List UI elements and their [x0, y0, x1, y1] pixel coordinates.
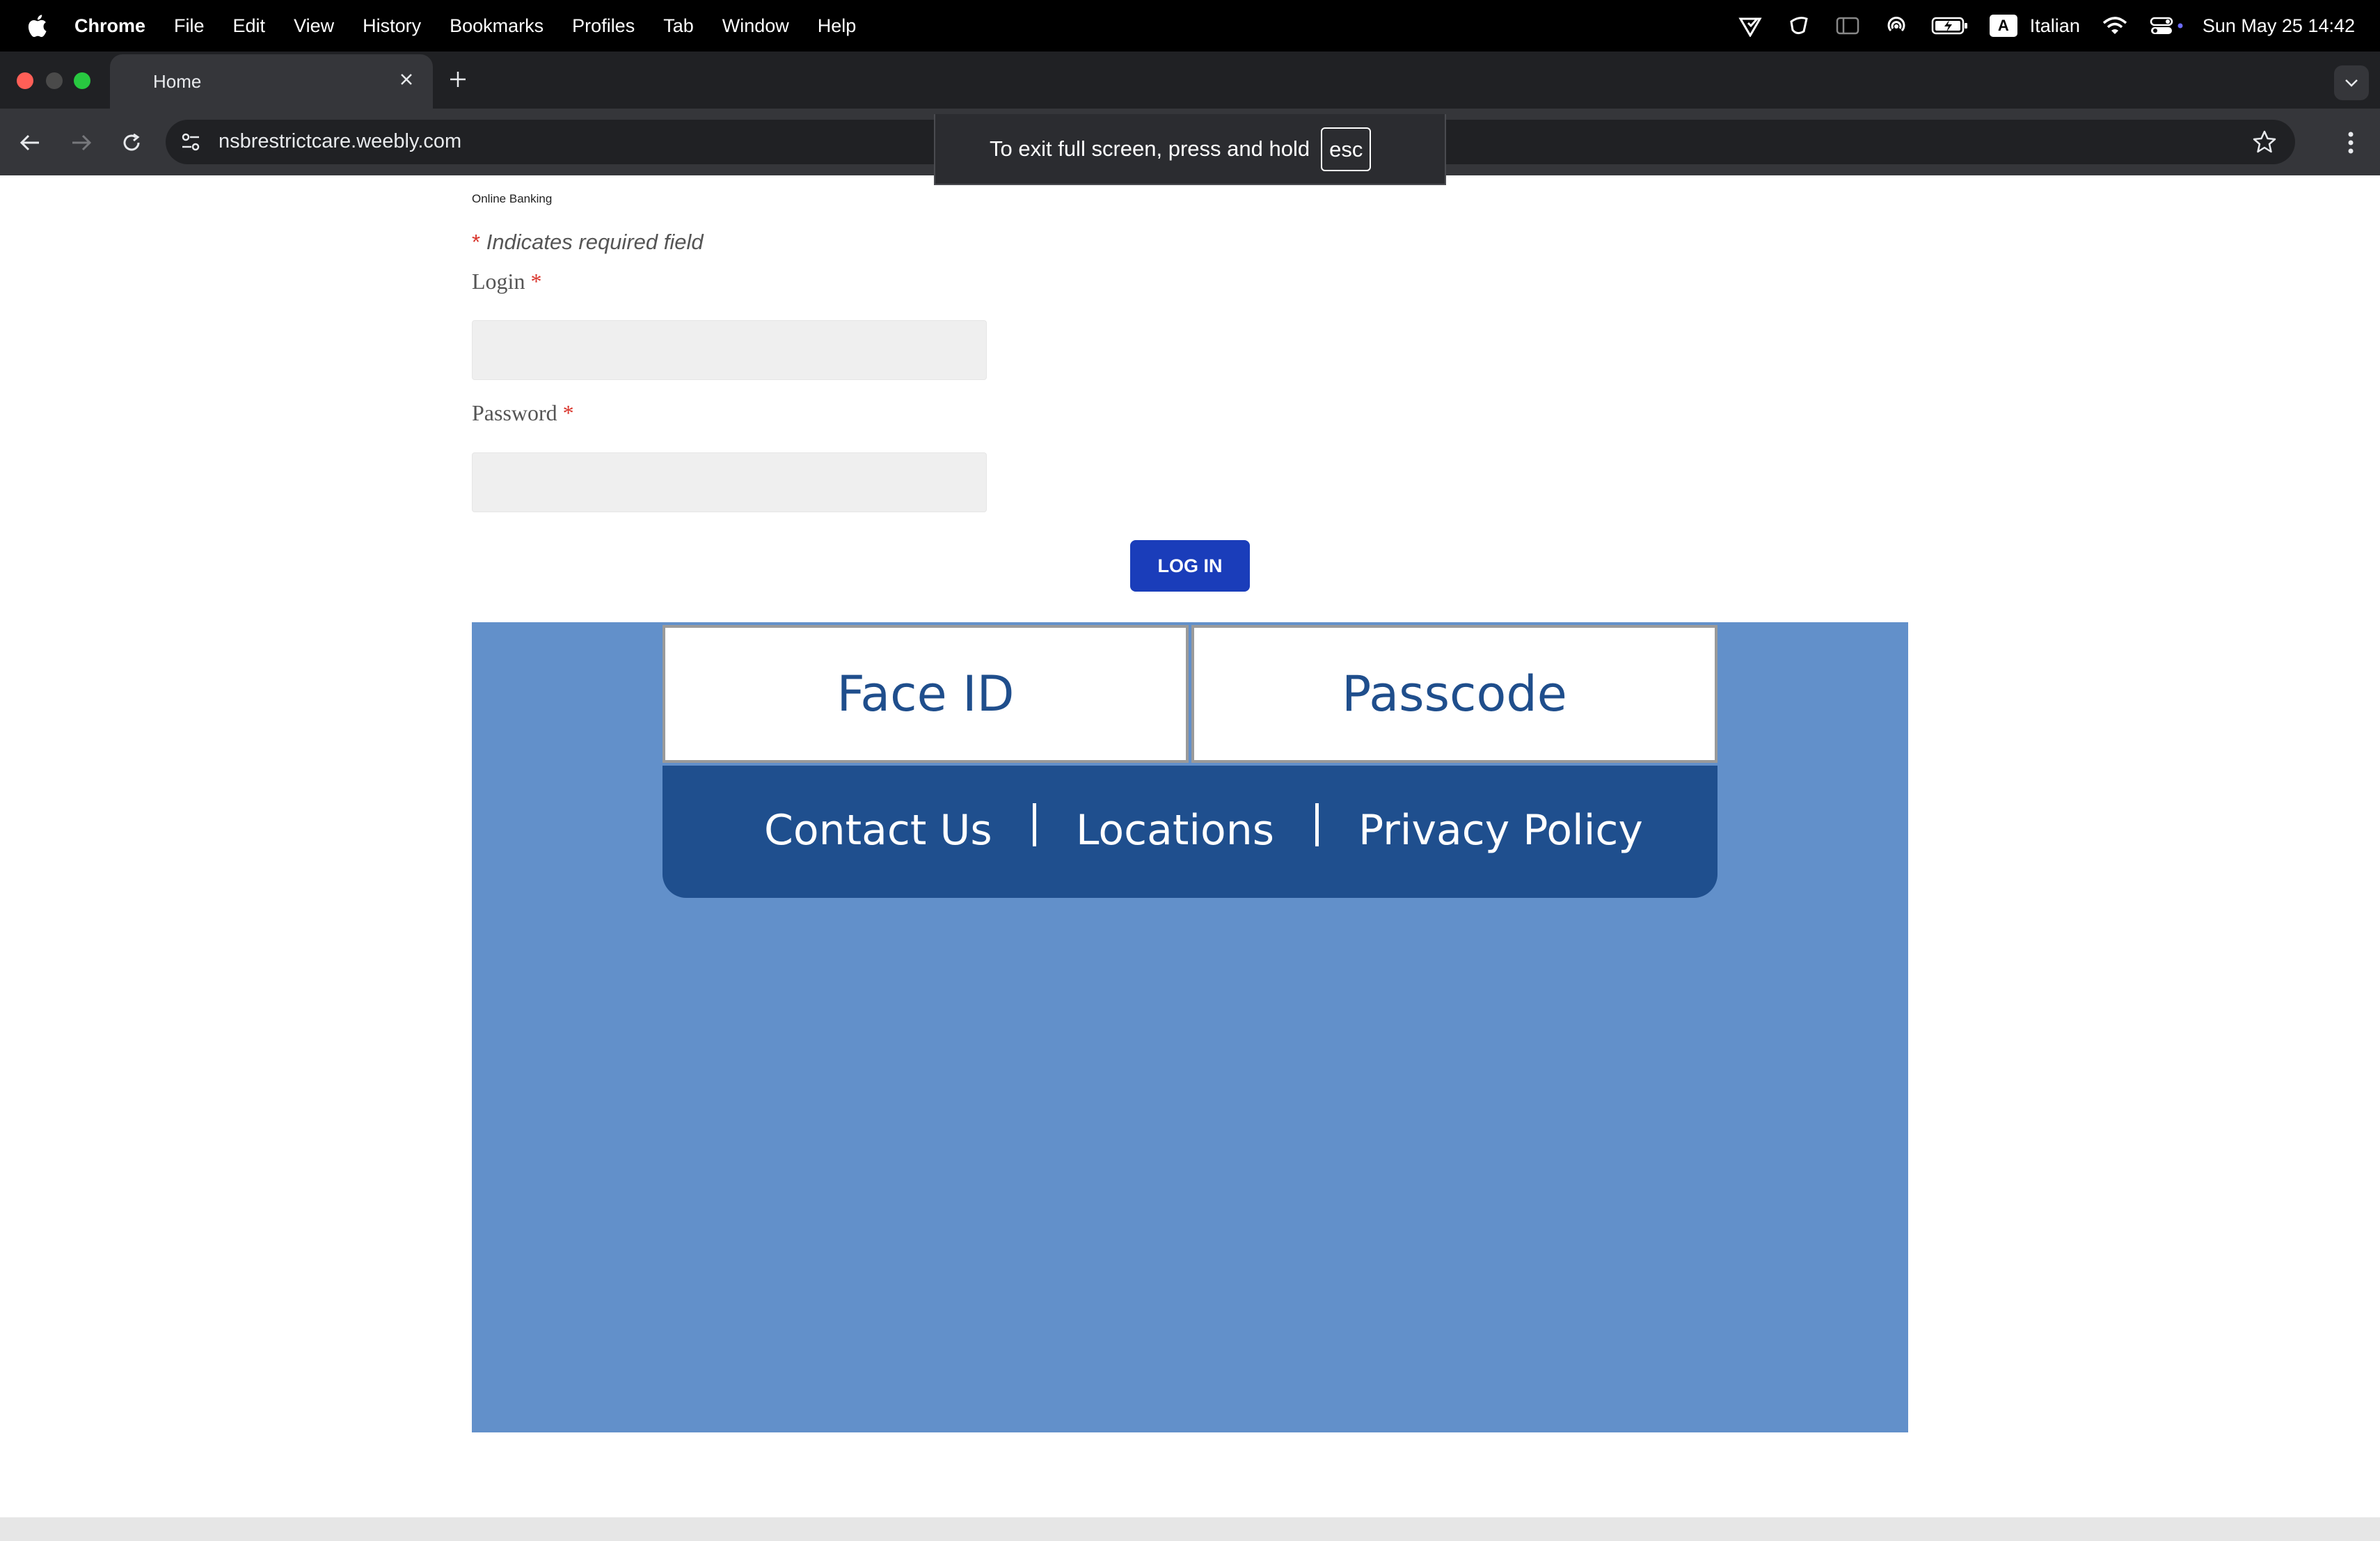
input-source-label: Italian — [2029, 15, 2080, 36]
sidebar-toggle-icon[interactable] — [1834, 15, 1862, 37]
airdrop-icon[interactable] — [1882, 15, 1910, 37]
link-divider — [1033, 803, 1036, 846]
forward-arrow-icon[interactable] — [64, 125, 99, 160]
menu-view[interactable]: View — [294, 15, 334, 37]
privacy-policy-link[interactable]: Privacy Policy — [1358, 806, 1643, 855]
footer-links-bar: Contact Us Locations Privacy Policy — [663, 766, 1717, 898]
window-zoom-button[interactable] — [74, 72, 90, 89]
new-tab-plus-icon[interactable] — [444, 65, 472, 93]
apple-logo-icon[interactable] — [26, 14, 47, 38]
input-source-menu[interactable]: A Italian — [1989, 15, 2080, 37]
chrome-menu-kebab-icon[interactable] — [2337, 125, 2365, 160]
online-banking-title: Online Banking — [472, 192, 553, 205]
menu-help[interactable]: Help — [818, 15, 857, 37]
site-info-icon[interactable] — [180, 131, 202, 153]
link-divider — [1315, 803, 1319, 846]
menu-app-name[interactable]: Chrome — [74, 15, 145, 37]
menu-profiles[interactable]: Profiles — [572, 15, 635, 37]
password-input[interactable] — [472, 452, 987, 512]
contact-us-link[interactable]: Contact Us — [764, 806, 992, 855]
password-label: Password * — [472, 400, 574, 426]
fullscreen-notice-text: To exit full screen, press and hold — [990, 136, 1310, 161]
password-label-text: Password — [472, 400, 557, 425]
battery-icon[interactable] — [1931, 15, 1969, 37]
address-bar-url: nsbrestrictcare.weebly.com — [219, 130, 462, 152]
window-minimize-button[interactable] — [46, 72, 63, 89]
menu-tab[interactable]: Tab — [663, 15, 694, 37]
reload-icon[interactable] — [114, 125, 149, 160]
back-arrow-icon[interactable] — [13, 125, 47, 160]
menu-window[interactable]: Window — [722, 15, 789, 37]
passcode-button[interactable]: Passcode — [1191, 625, 1717, 763]
tab-search-chevron-icon[interactable] — [2334, 65, 2369, 100]
required-asterisk: * — [530, 269, 542, 294]
login-label-text: Login — [472, 269, 525, 294]
menu-history[interactable]: History — [363, 15, 421, 37]
locations-link[interactable]: Locations — [1076, 806, 1274, 855]
app-promo-panel: Face ID Passcode Contact Us Locations Pr… — [472, 622, 1908, 1432]
menu-bookmarks[interactable]: Bookmarks — [450, 15, 544, 37]
log-in-button[interactable]: LOG IN — [1130, 540, 1250, 592]
fullscreen-exit-notice: To exit full screen, press and hold esc — [934, 114, 1446, 185]
required-note-text: Indicates required field — [486, 230, 704, 254]
vpn-shield-icon[interactable] — [1736, 15, 1764, 37]
browser-tab-home[interactable]: Home — [110, 54, 433, 109]
web-page: Online Banking * Indicates required fiel… — [0, 175, 2380, 1541]
esc-key-badge: esc — [1321, 127, 1372, 171]
control-center-icon[interactable] — [2150, 15, 2184, 37]
menu-bar-clock[interactable]: Sun May 25 14:42 — [2203, 15, 2355, 37]
input-source-badge: A — [1989, 15, 2017, 37]
page-bottom-strip — [0, 1517, 2380, 1541]
window-close-button[interactable] — [17, 72, 33, 89]
tab-title: Home — [153, 71, 202, 92]
macos-menu-bar: Chrome File Edit View History Bookmarks … — [0, 0, 2380, 52]
required-asterisk: * — [472, 230, 481, 254]
menu-edit[interactable]: Edit — [233, 15, 266, 37]
cursor-hand-icon[interactable] — [1785, 15, 1813, 37]
required-asterisk: * — [562, 400, 574, 425]
menu-file[interactable]: File — [174, 15, 205, 37]
tab-close-icon[interactable] — [394, 67, 419, 92]
required-field-note: * Indicates required field — [472, 230, 704, 255]
wifi-icon[interactable] — [2101, 15, 2129, 37]
bookmark-star-icon[interactable] — [2252, 129, 2277, 155]
login-input[interactable] — [472, 320, 987, 380]
login-label: Login * — [472, 269, 541, 294]
face-id-button[interactable]: Face ID — [663, 625, 1189, 763]
